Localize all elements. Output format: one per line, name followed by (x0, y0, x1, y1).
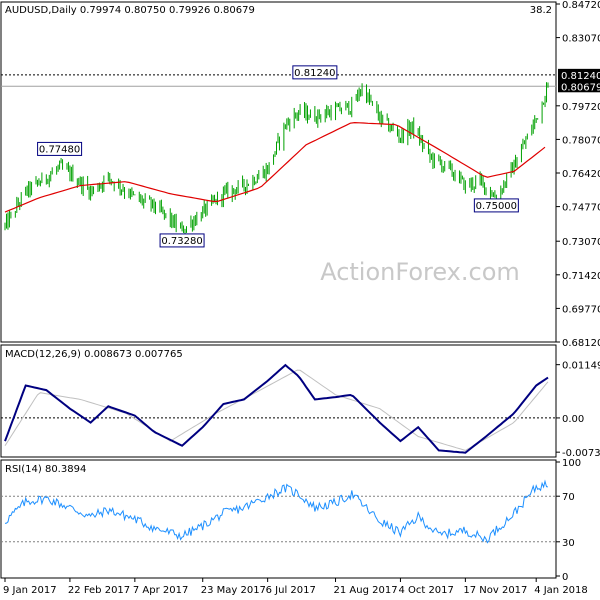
price-marker-label: 0.80679 (561, 82, 600, 93)
annotation-label: 0.73280 (161, 236, 202, 247)
price-tick-label: 0.71420 (562, 271, 600, 282)
price-tick-label: 0.79720 (562, 102, 600, 113)
price-tick-label: 0.83070 (562, 34, 600, 45)
watermark: ActionForex.com (320, 258, 520, 286)
annotation-label: 0.77480 (39, 144, 80, 155)
rsi-tick-label: 70 (562, 492, 575, 503)
rsi-panel-frame (0, 459, 557, 579)
x-tick-label: 23 May 2017 (201, 585, 266, 596)
chart-canvas: ActionForex.com 0.77480 0.73280 0.81240 0.7… (0, 0, 600, 596)
price-tick-label: 0.73070 (562, 237, 600, 248)
price-tick-label: 0.69770 (562, 304, 600, 315)
annotation-label: 0.81240 (294, 68, 335, 79)
price-corner-label: 38.2 (530, 5, 552, 16)
price-y-axis: 0.84720 0.83070 0.812400.80679 0.79720 0.780… (556, 0, 600, 349)
price-panel-frame (0, 1, 557, 343)
rsi-tick-label: 30 (562, 538, 575, 549)
macd-tick-label: 0.00 (562, 414, 584, 425)
price-marker-label: 0.81240 (561, 71, 600, 82)
x-axis: 9 Jan 2017 22 Feb 2017 7 Apr 2017 23 May 20… (3, 578, 588, 596)
x-tick-label: 6 Jul 2017 (266, 585, 316, 596)
rsi-tick-label: 100 (562, 458, 581, 469)
annotation-2: 0.81240 (292, 65, 338, 80)
annotation-label: 0.75000 (476, 201, 517, 212)
x-tick-label: 4 Jan 2018 (534, 585, 588, 596)
x-tick-label: 7 Apr 2017 (133, 585, 188, 596)
price-header: AUDUSD,Daily 0.79974 0.80750 0.79926 0.8… (5, 5, 255, 16)
x-tick-label: 4 Oct 2017 (398, 585, 453, 596)
x-tick-label: 21 Aug 2017 (334, 585, 398, 596)
price-tick-label: 0.74770 (562, 203, 600, 214)
price-tick-label: 0.76420 (562, 169, 600, 180)
price-tick-label: 0.78070 (562, 135, 600, 146)
rsi-y-axis: 100 70 30 0 (556, 458, 581, 583)
macd-y-axis: 0.0114940.00-0.007388 (556, 361, 600, 459)
annotation-0: 0.77480 (37, 141, 83, 156)
annotation-3: 0.75000 (473, 198, 519, 213)
price-tick-label: 0.84720 (562, 0, 600, 11)
price-tick-label: 0.68120 (562, 338, 600, 349)
x-tick-label: 22 Feb 2017 (68, 585, 130, 596)
x-tick-label: 9 Jan 2017 (3, 585, 57, 596)
rsi-tick-label: 0 (562, 572, 568, 583)
annotation-1: 0.73280 (159, 233, 205, 248)
macd-header: MACD(12,26,9) 0.008673 0.007765 (5, 349, 183, 360)
macd-tick-label: 0.011494 (562, 361, 600, 372)
x-tick-label: 17 Nov 2017 (463, 585, 527, 596)
rsi-header: RSI(14) 80.3894 (5, 464, 86, 475)
